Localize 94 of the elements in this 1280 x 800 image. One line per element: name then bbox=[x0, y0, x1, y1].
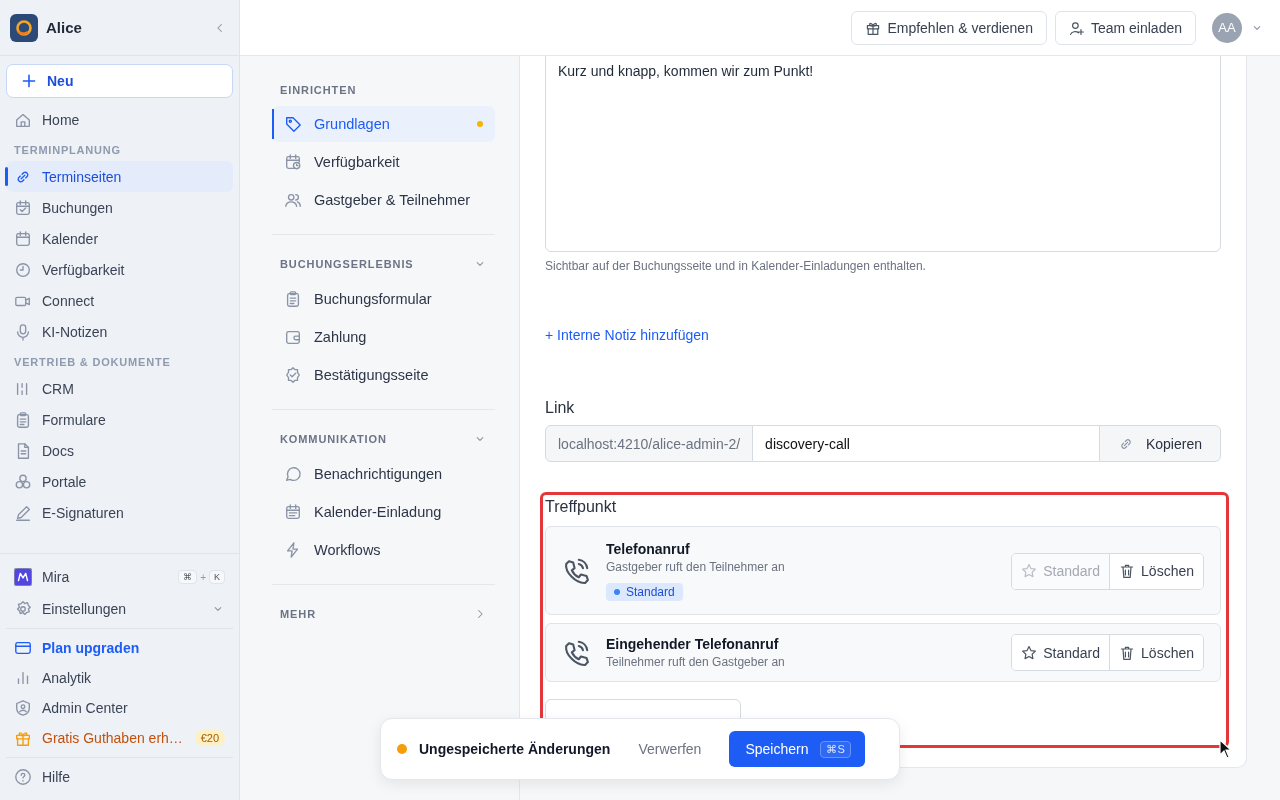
sidebar-item[interactable]: Hilfe bbox=[6, 762, 233, 792]
status-dot bbox=[397, 744, 407, 754]
field-label: Link bbox=[545, 399, 576, 417]
star-icon bbox=[1021, 563, 1038, 579]
credit-card-icon bbox=[14, 639, 32, 657]
trash-icon bbox=[1119, 563, 1136, 579]
gift-icon bbox=[14, 729, 32, 747]
clipboard-icon bbox=[284, 290, 302, 308]
nav-item[interactable]: Verfügbarkeit bbox=[272, 144, 495, 180]
mouse-pointer-icon bbox=[1219, 739, 1233, 759]
referral-button[interactable]: Empfehlen & verdienen bbox=[851, 10, 1047, 45]
trash-icon bbox=[1119, 644, 1136, 661]
calendar-icon bbox=[14, 229, 32, 248]
shortcut-hint: ⌘S bbox=[820, 740, 851, 758]
sidebar-item[interactable]: Verfügbarkeit bbox=[6, 254, 233, 285]
description-field[interactable]: Kurz und knapp, kommen wir zum Punkt! bbox=[545, 56, 1221, 252]
section-heading: TERMINPLANUNG bbox=[13, 143, 122, 158]
plus-icon bbox=[21, 73, 37, 89]
sidebar-item[interactable]: Buchungen bbox=[6, 192, 233, 223]
microphone-icon bbox=[14, 322, 32, 341]
field-hint: Sichtbar auf der Buchungsseite und in Kalender-Einladungen enthalten. bbox=[545, 259, 927, 273]
delete-button[interactable]: Löschen bbox=[1109, 553, 1203, 589]
calendar-clock-icon bbox=[284, 153, 302, 171]
sidebar-item[interactable]: Einstellungen bbox=[6, 594, 233, 624]
location-title: Telefonanruf bbox=[606, 541, 691, 557]
location-description: Gastgeber ruft den Teilnehmer an bbox=[606, 560, 786, 574]
nav-item[interactable]: Gastgeber & Teilnehmer bbox=[272, 182, 495, 218]
discard-button[interactable]: Verwerfen bbox=[622, 741, 718, 757]
calendar-icon bbox=[284, 503, 302, 521]
section-heading: VERTRIEB & DOKUMENTE bbox=[13, 355, 172, 370]
section-heading: BUCHUNGSERLEBNIS bbox=[280, 258, 414, 270]
settings-icon bbox=[14, 600, 32, 618]
nav-item[interactable]: Kalender-Einladung bbox=[272, 494, 495, 530]
location-description: Teilnehmer ruft den Gastgeber an bbox=[606, 655, 786, 669]
app-logo-icon bbox=[10, 13, 38, 42]
unsaved-message: Ungespeicherte Änderungen bbox=[419, 741, 611, 757]
nav-item[interactable]: Zahlung bbox=[272, 319, 495, 355]
tag-icon bbox=[284, 115, 302, 133]
copy-button[interactable]: Kopieren bbox=[1098, 425, 1221, 462]
sidebar-item[interactable]: Plan upgraden bbox=[6, 633, 233, 663]
section-heading: EINRICHTEN bbox=[280, 84, 357, 96]
sidebar-item[interactable]: Analytik bbox=[6, 663, 233, 693]
nav-item[interactable]: Grundlagen bbox=[272, 106, 495, 142]
chat-bubble-icon bbox=[284, 465, 302, 483]
invite-button[interactable]: Team einladen bbox=[1054, 10, 1196, 45]
section-heading: KOMMUNIKATION bbox=[280, 433, 387, 445]
calendar-check-icon bbox=[14, 198, 32, 217]
sidebar-item[interactable]: KI-Notizen bbox=[6, 316, 233, 347]
phone-icon bbox=[562, 557, 590, 585]
badge-check-icon bbox=[284, 366, 302, 384]
star-icon bbox=[1021, 644, 1038, 661]
add-note-link[interactable]: + Interne Notiz hinzufügen bbox=[545, 327, 709, 343]
nav-item[interactable]: Bestätigungsseite bbox=[272, 357, 495, 393]
sidebar-item[interactable]: Portale bbox=[6, 466, 233, 497]
location-title: Eingehender Telefonanruf bbox=[606, 636, 780, 652]
sidebar-item[interactable]: Terminseiten bbox=[6, 161, 233, 192]
clock-icon bbox=[14, 260, 32, 279]
app-name: Alice bbox=[46, 19, 83, 36]
add-user-icon bbox=[1068, 19, 1085, 36]
delete-button[interactable]: Löschen bbox=[1109, 635, 1203, 670]
section-heading: MEHR bbox=[280, 608, 316, 620]
sidebar-item[interactable]: Admin Center bbox=[6, 693, 233, 723]
sidebar-item[interactable]: E-Signaturen bbox=[6, 497, 233, 528]
shield-user-icon bbox=[14, 699, 32, 717]
clipboard-icon bbox=[14, 410, 32, 429]
pen-icon bbox=[14, 503, 32, 522]
nav-item[interactable]: Workflows bbox=[272, 532, 495, 568]
assistant-logo-icon bbox=[14, 568, 32, 586]
users-icon bbox=[284, 191, 302, 209]
avatar: AA bbox=[1212, 12, 1242, 43]
nav-item[interactable]: Buchungsformular bbox=[272, 281, 495, 317]
new-button[interactable]: Neu bbox=[6, 64, 233, 98]
default-badge: Standard bbox=[606, 583, 683, 601]
wallet-icon bbox=[284, 328, 302, 346]
sidebar-item[interactable]: Kalender bbox=[6, 223, 233, 254]
circles-icon bbox=[14, 472, 32, 491]
sidebar-item[interactable]: Home bbox=[6, 104, 233, 135]
key-hint: K bbox=[209, 570, 225, 584]
plus-sign: + bbox=[200, 571, 206, 583]
phone-icon bbox=[562, 638, 590, 667]
url-prefix: localhost:4210/alice-admin-2/ bbox=[545, 425, 754, 462]
help-icon bbox=[14, 768, 32, 786]
credit-badge: €20 bbox=[194, 730, 225, 746]
nav-item[interactable]: Benachrichtigungen bbox=[272, 456, 495, 492]
sidebar-item[interactable]: Gratis Guthaben erh… €20 bbox=[6, 723, 233, 753]
slug-field[interactable]: discovery-call bbox=[753, 425, 1099, 462]
sidebar-item[interactable]: Connect bbox=[6, 285, 233, 316]
field-label: Treffpunkt bbox=[545, 498, 618, 516]
sidebar-item[interactable]: CRM bbox=[6, 373, 233, 404]
sidebar-item[interactable]: Mira ⌘ + K bbox=[6, 560, 233, 594]
sidebar-item[interactable]: Formulare bbox=[6, 404, 233, 435]
sidebar-item[interactable]: Docs bbox=[6, 435, 233, 466]
key-hint: ⌘ bbox=[178, 570, 198, 584]
save-button[interactable]: Speichern ⌘S bbox=[729, 731, 865, 767]
